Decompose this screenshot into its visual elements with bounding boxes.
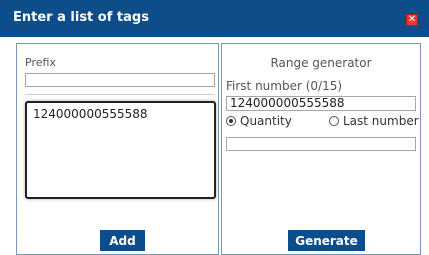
last-number-option[interactable]: Last number [329, 114, 419, 128]
range-generator-panel: Range generator First number (0/15) 1240… [221, 43, 421, 255]
divider [25, 94, 215, 95]
first-number-input[interactable]: 124000000555588 [226, 96, 416, 111]
quantity-option[interactable]: Quantity [226, 114, 292, 128]
range-generator-header: Range generator [270, 56, 372, 70]
prefix-input[interactable] [25, 73, 215, 87]
dialog-titlebar: Enter a list of tags ✕ [0, 0, 429, 37]
last-number-radio[interactable] [329, 116, 339, 126]
tags-textarea[interactable]: 124000000555588 [25, 101, 216, 199]
quantity-label: Quantity [240, 114, 292, 128]
last-number-label: Last number [343, 114, 419, 128]
dialog-title: Enter a list of tags [13, 10, 149, 25]
quantity-input[interactable] [226, 137, 416, 151]
quantity-radio[interactable] [226, 116, 236, 126]
prefix-label: Prefix [25, 56, 56, 69]
add-button[interactable]: Add [100, 230, 145, 251]
tag-list-panel: Prefix 124000000555588 Add [16, 43, 219, 255]
close-icon[interactable]: ✕ [406, 14, 418, 26]
generate-button[interactable]: Generate [288, 230, 365, 251]
first-number-label: First number (0/15) [226, 79, 343, 93]
